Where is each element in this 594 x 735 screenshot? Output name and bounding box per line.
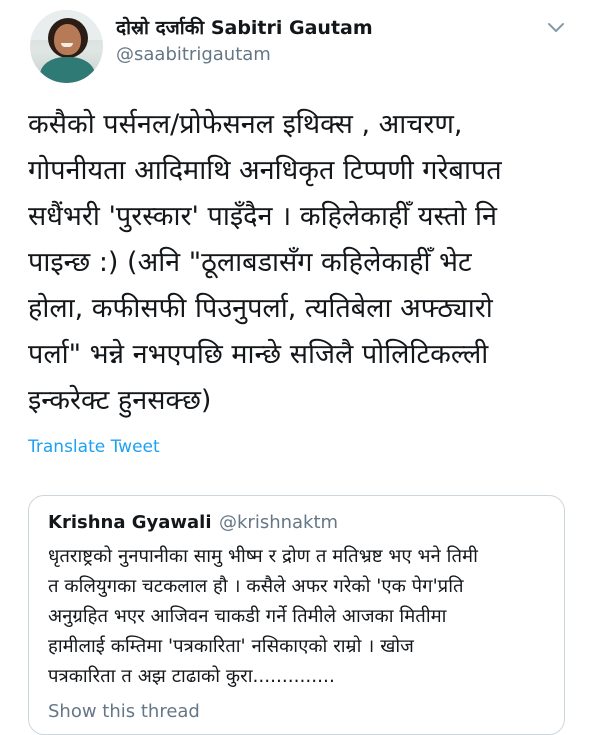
- chevron-down-icon[interactable]: [547, 22, 565, 34]
- quoted-author-name: Krishna Gyawali: [48, 512, 212, 533]
- author-display-name[interactable]: दोस्रो दर्जाकी Sabitri Gautam: [116, 14, 373, 40]
- translate-tweet-link[interactable]: Translate Tweet: [28, 437, 160, 457]
- show-thread-link[interactable]: Show this thread: [48, 701, 200, 722]
- author-handle[interactable]: @saabitrigautam: [116, 44, 271, 65]
- tweet-header: दोस्रो दर्जाकी Sabitri Gautam @saabitrig…: [0, 0, 594, 90]
- quoted-tweet-text: धृतराष्ट्रको नुनपानीका सामु भीष्म र द्रो…: [48, 546, 478, 687]
- avatar[interactable]: [30, 10, 103, 83]
- quoted-tweet[interactable]: Krishna Gyawali @krishnaktm धृतराष्ट्रको…: [28, 495, 565, 735]
- tweet-text: कसैको पर्सनल/प्रोफेसनल इथिक्स , आचरण, गो…: [28, 109, 502, 416]
- quoted-author-handle: @krishnaktm: [219, 512, 339, 533]
